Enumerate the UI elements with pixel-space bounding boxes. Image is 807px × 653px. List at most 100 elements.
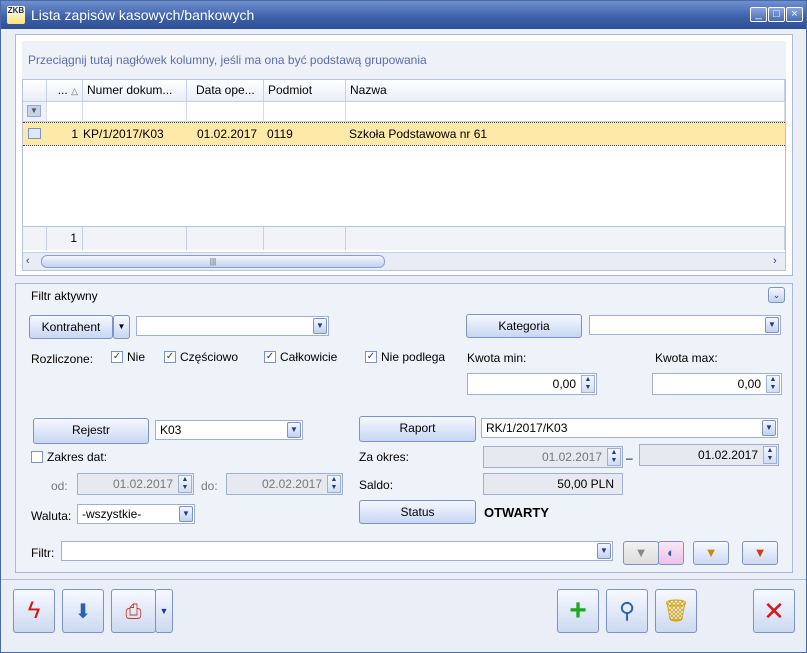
filtr-combo[interactable]: ▼ bbox=[61, 541, 613, 561]
col-header-numer[interactable]: Numer dokum... bbox=[83, 80, 187, 102]
spinner-icon: ▲ ▼ bbox=[327, 475, 341, 493]
group-by-area[interactable]: Przeciągnij tutaj nagłówek kolumny, jeśl… bbox=[22, 41, 786, 79]
kontrahent-dropdown-button[interactable]: ▼ bbox=[113, 315, 130, 339]
za-okres-dash: – bbox=[626, 451, 633, 465]
filter-funnel-button[interactable]: ▼ bbox=[623, 541, 659, 565]
close-button[interactable]: ✕ bbox=[753, 589, 795, 633]
raport-combo[interactable]: RK/1/2017/K03 ▼ bbox=[481, 418, 778, 438]
checkbox[interactable]: ✓ bbox=[164, 351, 176, 363]
main-window: ZKB Lista zapisów kasowych/bankowych _ □… bbox=[0, 0, 807, 653]
footer-count: 1 bbox=[47, 226, 83, 250]
funnel-remove-icon: ▼ bbox=[753, 545, 767, 560]
cell-lp: 1 bbox=[71, 127, 78, 141]
scroll-left-icon[interactable]: ‹ bbox=[26, 255, 30, 267]
status-button[interactable]: Status bbox=[359, 500, 476, 524]
rejestr-combo[interactable]: K03 ▼ bbox=[155, 420, 303, 440]
eraser-icon: ◐ bbox=[667, 545, 675, 560]
col-header-data[interactable]: Data ope... bbox=[187, 80, 264, 102]
row-expand-icon[interactable] bbox=[28, 128, 41, 139]
filter-cell-lp[interactable] bbox=[47, 102, 83, 122]
footer-cell bbox=[264, 226, 346, 250]
dropdown-arrow-icon: ▼ bbox=[117, 322, 126, 331]
footer-indicator bbox=[23, 226, 47, 250]
horizontal-scrollbar[interactable]: ‹ ||| › bbox=[23, 252, 785, 270]
waluta-label: Waluta: bbox=[31, 509, 72, 523]
filter-cell-data[interactable] bbox=[187, 102, 264, 122]
delete-button[interactable]: 🗑 bbox=[655, 589, 697, 633]
check-label: Całkowicie bbox=[280, 350, 338, 364]
scroll-thumb[interactable]: ||| bbox=[41, 255, 385, 268]
collapse-filter-button[interactable]: ⌄ bbox=[768, 287, 785, 303]
kwota-min-input[interactable]: 0,00 ▲ ▼ bbox=[467, 373, 597, 395]
preview-button[interactable]: ⚲ bbox=[606, 589, 648, 633]
checkbox[interactable]: ✓ bbox=[365, 351, 377, 363]
za-okres-from: 01.02.2017 ▲ ▼ bbox=[483, 446, 623, 468]
minimize-button[interactable]: _ bbox=[750, 7, 767, 22]
header-indicator bbox=[23, 80, 47, 102]
dropdown-arrow-icon[interactable]: ▼ bbox=[287, 422, 301, 438]
zakres-dat-check[interactable]: Zakres dat: bbox=[31, 450, 107, 464]
apply-filter-button[interactable]: ▼ bbox=[693, 541, 729, 565]
dropdown-arrow-icon[interactable]: ▼ bbox=[597, 543, 611, 559]
rejestr-button[interactable]: Rejestr bbox=[33, 418, 149, 444]
waluta-combo[interactable]: -wszystkie- ▼ bbox=[77, 504, 195, 524]
col-header-nazwa[interactable]: Nazwa bbox=[346, 80, 785, 102]
dropdown-arrow-icon[interactable]: ▼ bbox=[179, 506, 193, 522]
footer-cell bbox=[346, 226, 785, 250]
checkbox[interactable]: ✓ bbox=[111, 351, 123, 363]
lightning-icon: ϟ bbox=[27, 597, 41, 624]
title-bar: ZKB Lista zapisów kasowych/bankowych _ □… bbox=[1, 1, 806, 29]
table-row[interactable]: 1 KP/1/2017/K03 01.02.2017 0119 Szkoła P… bbox=[23, 122, 785, 146]
maximize-button[interactable]: □ bbox=[768, 7, 785, 22]
dropdown-arrow-icon[interactable]: ▼ bbox=[313, 318, 327, 334]
check-nie[interactable]: ✓ Nie bbox=[111, 350, 145, 364]
app-icon: ZKB bbox=[7, 6, 25, 24]
run-button[interactable]: ϟ bbox=[13, 589, 55, 633]
dropdown-arrow-icon[interactable]: ▼ bbox=[765, 317, 779, 333]
remove-filter-button[interactable]: ▼ bbox=[742, 541, 778, 565]
za-okres-label: Za okres: bbox=[359, 450, 410, 464]
col-header-podmiot[interactable]: Podmiot bbox=[264, 80, 346, 102]
dropdown-arrow-icon[interactable]: ▼ bbox=[762, 420, 776, 436]
filtr-label: Filtr: bbox=[31, 546, 55, 560]
spinner-icon[interactable]: ▲ ▼ bbox=[581, 375, 595, 393]
footer-cell bbox=[187, 226, 264, 250]
divider bbox=[1, 579, 806, 580]
spinner-icon: ▲ ▼ bbox=[763, 446, 777, 464]
scroll-right-icon[interactable]: › bbox=[773, 255, 777, 267]
od-date-input: 01.02.2017 ▲ ▼ bbox=[77, 473, 194, 495]
filter-cell-numer[interactable] bbox=[83, 102, 187, 122]
filter-row-icon-cell[interactable]: ▼ bbox=[23, 102, 47, 122]
check-czesciowo[interactable]: ✓ Częściowo bbox=[164, 350, 238, 364]
filter-cell-podmiot[interactable] bbox=[264, 102, 346, 122]
saldo-label: Saldo: bbox=[359, 478, 394, 492]
print-dropdown-button[interactable]: ▼ bbox=[155, 589, 173, 633]
filter-cell-nazwa[interactable] bbox=[346, 102, 785, 122]
do-date-input: 02.02.2017 ▲ ▼ bbox=[226, 473, 343, 495]
close-window-button[interactable]: × bbox=[786, 7, 803, 22]
spinner-icon[interactable]: ▲ ▼ bbox=[766, 375, 780, 393]
print-button[interactable]: ⎙ bbox=[111, 589, 156, 633]
kategoria-combo[interactable]: ▼ bbox=[589, 315, 781, 335]
cell-podmiot: 0119 bbox=[267, 127, 293, 141]
kontrahent-combo[interactable]: ▼ bbox=[136, 316, 329, 336]
check-label: Nie bbox=[127, 350, 146, 364]
checkbox[interactable]: ✓ bbox=[264, 351, 276, 363]
export-button[interactable]: ⬇ bbox=[62, 589, 104, 633]
add-button[interactable]: + bbox=[557, 589, 599, 633]
save-disk-icon: ⬇ bbox=[74, 601, 92, 623]
check-label: Częściowo bbox=[180, 350, 239, 364]
kontrahent-button[interactable]: Kontrahent bbox=[29, 315, 113, 339]
cell-numer: KP/1/2017/K03 bbox=[83, 127, 164, 141]
kategoria-button[interactable]: Kategoria bbox=[466, 314, 582, 338]
checkbox[interactable] bbox=[31, 451, 43, 463]
spinner-icon: ▲ ▼ bbox=[607, 448, 621, 466]
spinner-icon: ▲ ▼ bbox=[178, 475, 192, 493]
filter-panel-header: Filtr aktywny bbox=[31, 289, 98, 303]
raport-button[interactable]: Raport bbox=[359, 416, 476, 442]
col-header-lp[interactable]: ... △ bbox=[47, 80, 83, 102]
clear-filter-button[interactable]: ◐ bbox=[658, 541, 684, 565]
check-nie-podlega[interactable]: ✓ Nie podlega bbox=[365, 350, 445, 364]
check-calkowicie[interactable]: ✓ Całkowicie bbox=[264, 350, 337, 364]
kwota-max-input[interactable]: 0,00 ▲ ▼ bbox=[652, 373, 782, 395]
